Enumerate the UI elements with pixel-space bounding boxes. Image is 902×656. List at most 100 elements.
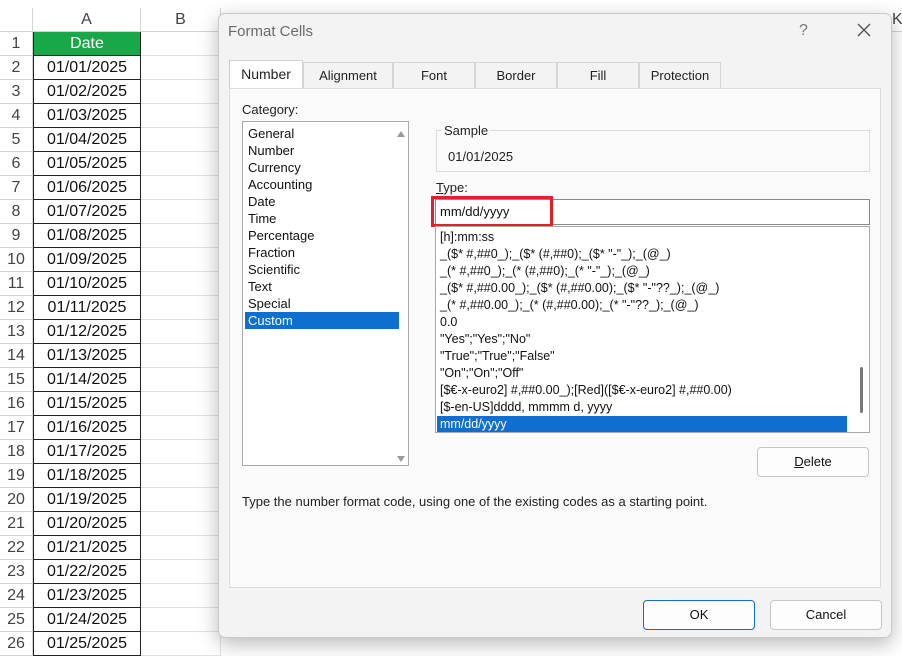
- cell-b[interactable]: [141, 32, 221, 56]
- format-code-item[interactable]: "Yes";"Yes";"No": [437, 331, 847, 348]
- date-cell[interactable]: 01/14/2025: [33, 368, 141, 392]
- date-cell[interactable]: 01/06/2025: [33, 176, 141, 200]
- category-item[interactable]: Custom: [245, 312, 399, 329]
- cell-b[interactable]: [141, 296, 221, 320]
- row-number[interactable]: 24: [0, 584, 33, 608]
- row-number[interactable]: 7: [0, 176, 33, 200]
- tab-number[interactable]: Number: [229, 60, 303, 88]
- cell-b[interactable]: [141, 392, 221, 416]
- category-item[interactable]: General: [245, 125, 399, 142]
- row-number[interactable]: 26: [0, 632, 33, 656]
- row-number[interactable]: 15: [0, 368, 33, 392]
- date-cell[interactable]: 01/21/2025: [33, 536, 141, 560]
- format-code-item[interactable]: _($* #,##0_);_($* (#,##0);_($* "-"_);_(@…: [437, 246, 847, 263]
- cell-b[interactable]: [141, 536, 221, 560]
- row-number[interactable]: 5: [0, 128, 33, 152]
- date-cell[interactable]: 01/18/2025: [33, 464, 141, 488]
- tab-font[interactable]: Font: [393, 62, 475, 88]
- category-item[interactable]: Accounting: [245, 176, 399, 193]
- cell-b[interactable]: [141, 104, 221, 128]
- row-number[interactable]: 6: [0, 152, 33, 176]
- cell-b[interactable]: [141, 248, 221, 272]
- row-number[interactable]: 8: [0, 200, 33, 224]
- category-item[interactable]: Special: [245, 295, 399, 312]
- cell-b[interactable]: [141, 416, 221, 440]
- cell-b[interactable]: [141, 488, 221, 512]
- close-icon[interactable]: [852, 18, 876, 42]
- format-code-item[interactable]: _(* #,##0.00_);_(* (#,##0.00);_(* "-"??_…: [437, 297, 847, 314]
- date-cell[interactable]: 01/12/2025: [33, 320, 141, 344]
- date-cell[interactable]: 01/04/2025: [33, 128, 141, 152]
- row-number[interactable]: 19: [0, 464, 33, 488]
- category-item[interactable]: Number: [245, 142, 399, 159]
- date-cell[interactable]: 01/22/2025: [33, 560, 141, 584]
- date-cell[interactable]: 01/02/2025: [33, 80, 141, 104]
- date-cell[interactable]: 01/23/2025: [33, 584, 141, 608]
- date-cell[interactable]: 01/07/2025: [33, 200, 141, 224]
- cell-b[interactable]: [141, 56, 221, 80]
- category-item[interactable]: Percentage: [245, 227, 399, 244]
- cell-b[interactable]: [141, 152, 221, 176]
- column-header-b[interactable]: B: [141, 8, 221, 32]
- format-code-list[interactable]: [h]:mm:ss _($* #,##0_);_($* (#,##0);_($* …: [435, 226, 870, 433]
- help-button[interactable]: ?: [799, 22, 808, 40]
- row-number[interactable]: 22: [0, 536, 33, 560]
- date-cell[interactable]: 01/16/2025: [33, 416, 141, 440]
- cancel-button[interactable]: Cancel: [770, 600, 882, 630]
- date-cell[interactable]: 01/20/2025: [33, 512, 141, 536]
- cell-b[interactable]: [141, 464, 221, 488]
- tab-protection[interactable]: Protection: [639, 62, 721, 88]
- cell-b[interactable]: [141, 176, 221, 200]
- format-code-item[interactable]: _($* #,##0.00_);_($* (#,##0.00);_($* "-"…: [437, 280, 847, 297]
- date-cell[interactable]: 01/11/2025: [33, 296, 141, 320]
- row-number[interactable]: 13: [0, 320, 33, 344]
- cell-b[interactable]: [141, 80, 221, 104]
- format-code-item[interactable]: [$€-x-euro2] #,##0.00_);[Red]([$€-x-euro…: [437, 382, 847, 399]
- tab-alignment[interactable]: Alignment: [303, 62, 393, 88]
- date-cell[interactable]: 01/08/2025: [33, 224, 141, 248]
- cell-b[interactable]: [141, 584, 221, 608]
- format-code-item[interactable]: _(* #,##0_);_(* (#,##0);_(* "-"_);_(@_): [437, 263, 847, 280]
- tab-border[interactable]: Border: [475, 62, 557, 88]
- row-number[interactable]: 21: [0, 512, 33, 536]
- category-item[interactable]: Fraction: [245, 244, 399, 261]
- date-cell[interactable]: 01/19/2025: [33, 488, 141, 512]
- format-code-item[interactable]: mm/dd/yyyy: [437, 416, 847, 432]
- delete-button[interactable]: Delete: [757, 447, 869, 477]
- cell-b[interactable]: [141, 200, 221, 224]
- tab-fill[interactable]: Fill: [557, 62, 639, 88]
- column-header-k[interactable]: K: [892, 8, 902, 32]
- date-cell[interactable]: 01/17/2025: [33, 440, 141, 464]
- row-number[interactable]: 20: [0, 488, 33, 512]
- cell-b[interactable]: [141, 440, 221, 464]
- format-list-scrollbar[interactable]: [860, 367, 863, 413]
- format-code-item[interactable]: 0.0: [437, 314, 847, 331]
- cell-b[interactable]: [141, 368, 221, 392]
- format-code-item[interactable]: "True";"True";"False": [437, 348, 847, 365]
- scroll-down-icon[interactable]: [396, 451, 406, 462]
- date-cell[interactable]: 01/25/2025: [33, 632, 141, 656]
- format-code-item[interactable]: "On";"On";"Off": [437, 365, 847, 382]
- row-number[interactable]: 25: [0, 608, 33, 632]
- row-number[interactable]: 23: [0, 560, 33, 584]
- header-cell-date[interactable]: Date: [33, 32, 141, 56]
- cell-b[interactable]: [141, 344, 221, 368]
- ok-button[interactable]: OK: [643, 600, 755, 630]
- select-all-corner[interactable]: [0, 8, 33, 32]
- date-cell[interactable]: 01/05/2025: [33, 152, 141, 176]
- category-item[interactable]: Currency: [245, 159, 399, 176]
- category-list[interactable]: General Number Currency Accounting Date Time P…: [242, 121, 409, 466]
- cell-b[interactable]: [141, 512, 221, 536]
- row-number[interactable]: 3: [0, 80, 33, 104]
- category-item[interactable]: Text: [245, 278, 399, 295]
- cell-b[interactable]: [141, 128, 221, 152]
- cell-b[interactable]: [141, 632, 221, 656]
- category-item[interactable]: Scientific: [245, 261, 399, 278]
- date-cell[interactable]: 01/01/2025: [33, 56, 141, 80]
- cell-b[interactable]: [141, 560, 221, 584]
- cell-b[interactable]: [141, 608, 221, 632]
- date-cell[interactable]: 01/24/2025: [33, 608, 141, 632]
- cell-b[interactable]: [141, 272, 221, 296]
- row-number[interactable]: 17: [0, 416, 33, 440]
- row-number[interactable]: 12: [0, 296, 33, 320]
